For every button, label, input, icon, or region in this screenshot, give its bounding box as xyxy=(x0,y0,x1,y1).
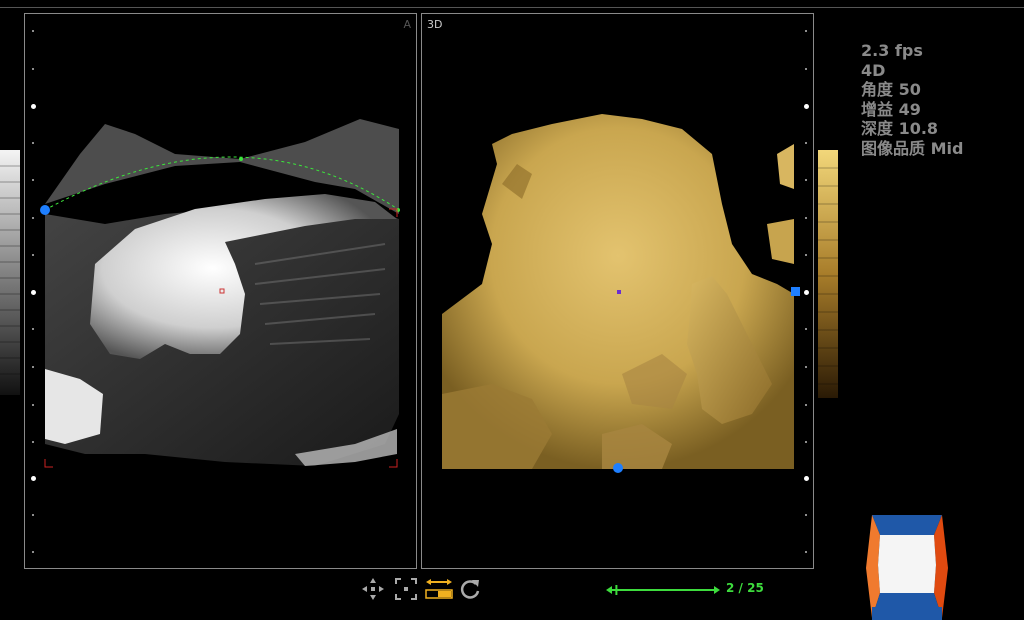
fit-zoom-icon[interactable] xyxy=(393,576,419,602)
angle-readout: 角度 50 xyxy=(861,80,921,99)
top-divider xyxy=(0,7,1024,8)
move-icon[interactable] xyxy=(360,576,386,602)
ultrasound-2d-panel[interactable]: A xyxy=(24,13,417,569)
rotate-icon[interactable] xyxy=(457,576,483,602)
render-color-map-bar xyxy=(818,150,838,398)
mode-readout: 4D xyxy=(861,60,886,80)
orientation-indicator[interactable] xyxy=(864,513,950,620)
render-3d-panel[interactable]: 3D xyxy=(421,13,814,569)
swap-arrows-icon[interactable] xyxy=(424,576,454,602)
ultrasound-2d-image xyxy=(40,119,400,468)
depth-scale-right xyxy=(804,14,809,568)
grayscale-map-bar xyxy=(0,150,20,395)
acquisition-info: 2.3 fps 4D 角度 50 增益 49 深度 10.8 图像品质 Mid xyxy=(861,41,963,158)
frame-counter: 2 / 25 xyxy=(726,581,764,595)
quality-readout: 图像品质 Mid xyxy=(861,138,964,158)
render-3d-image xyxy=(442,114,800,473)
depth-readout: 深度 10.8 xyxy=(861,119,939,138)
fps-readout: 2.3 fps xyxy=(861,41,923,60)
gain-readout: 增益 49 xyxy=(861,99,921,119)
depth-scale-left xyxy=(31,14,36,568)
